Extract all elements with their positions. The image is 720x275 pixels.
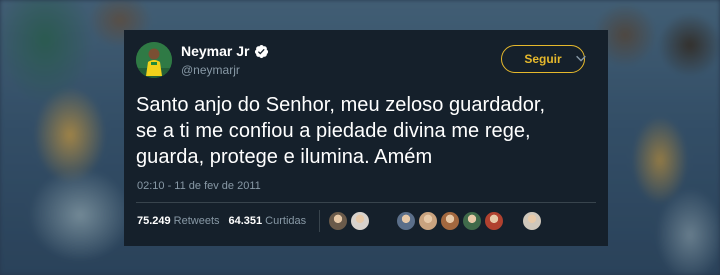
chevron-down-icon[interactable]: [573, 50, 589, 66]
retweets-stat[interactable]: 75.249 Retweets: [137, 214, 220, 228]
liker-avatar[interactable]: [328, 211, 348, 231]
tweet-card: Neymar Jr @neymarjr Seguir Santo anjo do…: [124, 30, 608, 246]
liker-avatar[interactable]: [522, 211, 542, 231]
liker-avatar[interactable]: [418, 211, 438, 231]
liker-avatar[interactable]: [440, 211, 460, 231]
verified-badge-icon: [254, 44, 269, 59]
tweet-text-line: guarda, protege e ilumina. Amém: [136, 146, 433, 168]
liker-avatar[interactable]: [350, 211, 370, 231]
likes-count: 64.351: [228, 215, 263, 227]
author-handle[interactable]: @neymarjr: [181, 62, 240, 78]
author-avatar-image: [136, 42, 172, 78]
author-name[interactable]: Neymar Jr: [181, 42, 269, 60]
liker-avatar[interactable]: [462, 211, 482, 231]
engagement-stats: 75.249 Retweets 64.351 Curtidas: [137, 214, 306, 228]
stats-separator: [319, 210, 320, 232]
tweet-timestamp[interactable]: 02:10 - 11 de fev de 2011: [137, 179, 261, 193]
tweet-text: Santo anjo do Senhor, meu zeloso guardad…: [136, 92, 601, 170]
retweets-count: 75.249: [137, 215, 171, 227]
tweet-text-line: se a ti me confiou a piedade divina me r…: [136, 120, 531, 142]
author-avatar[interactable]: [136, 42, 172, 78]
likes-stat[interactable]: 64.351 Curtidas: [229, 214, 307, 228]
divider: [136, 202, 596, 203]
author-name-text: Neymar Jr: [181, 43, 250, 59]
liker-avatar[interactable]: [396, 211, 416, 231]
retweets-label: Retweets: [173, 215, 220, 227]
liker-avatar[interactable]: [484, 211, 504, 231]
tweet-text-line: Santo anjo do Senhor, meu zeloso guardad…: [136, 94, 546, 116]
likes-label: Curtidas: [265, 215, 307, 227]
